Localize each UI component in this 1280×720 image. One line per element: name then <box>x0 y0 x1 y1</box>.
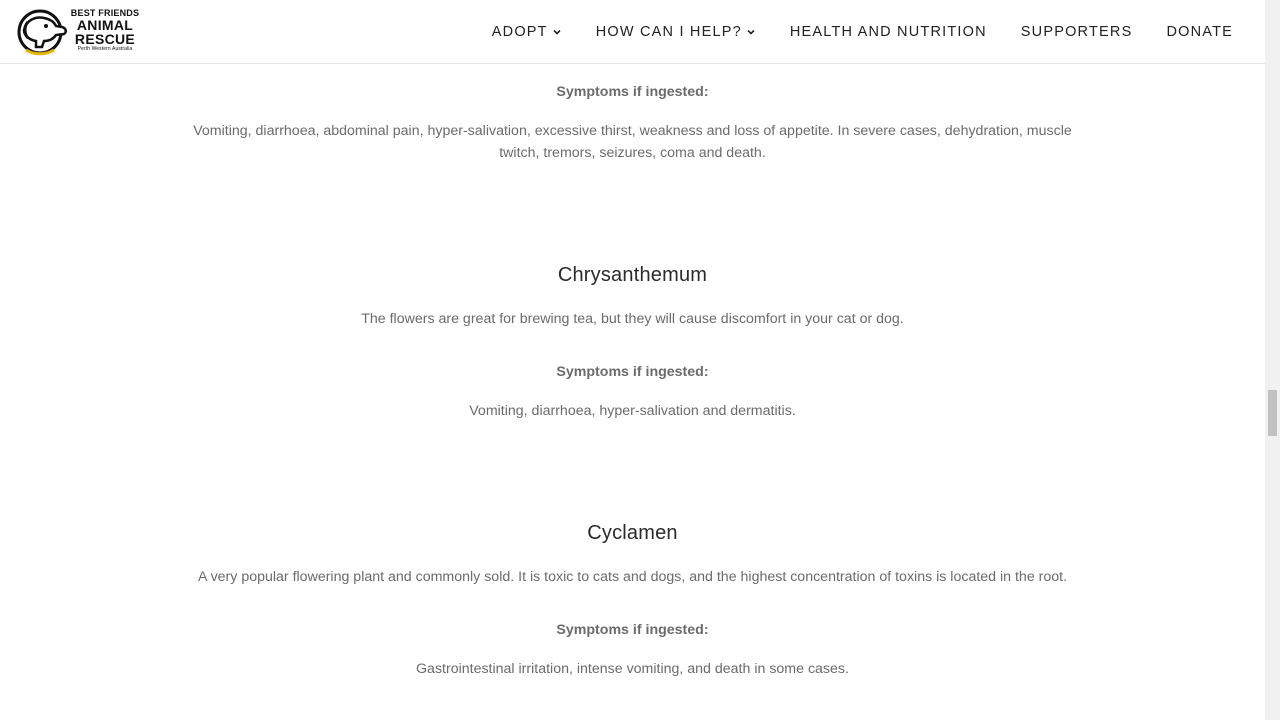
nav-item-supporters[interactable]: SUPPORTERS <box>1021 24 1133 40</box>
nav-item-label: ADOPT <box>491 23 548 40</box>
symptoms-label: Symptoms if ingested: <box>556 84 709 100</box>
site-header: BEST FRIENDS ANIMAL RESCUE Perth Western… <box>0 0 1265 64</box>
symptoms-label: Symptoms if ingested: <box>556 364 709 380</box>
section-title-cyclamen: Cyclamen <box>587 522 678 544</box>
site-logo[interactable]: BEST FRIENDS ANIMAL RESCUE Perth Western… <box>16 8 146 56</box>
logo-text: BEST FRIENDS ANIMAL RESCUE Perth Western… <box>64 8 146 53</box>
scrollbar-thumb[interactable] <box>1268 390 1277 436</box>
description-text: The flowers are great for brewing tea, b… <box>361 311 904 327</box>
nav-item-health-and-nutrition[interactable]: HEALTH AND NUTRITION <box>790 24 987 40</box>
vertical-scrollbar[interactable] <box>1265 0 1280 720</box>
page: BEST FRIENDS ANIMAL RESCUE Perth Western… <box>0 0 1280 720</box>
symptoms-text: Gastrointestinal irritation, intense vom… <box>416 661 849 677</box>
logo-line-2: ANIMAL <box>76 17 134 33</box>
nav-item-how-can-i-help[interactable]: HOW CAN I HELP? <box>596 24 756 40</box>
chevron-down-icon <box>747 29 755 35</box>
main-nav: ADOPT HOW CAN I HELP? HEALTH AND NUTRITI… <box>458 0 1233 63</box>
logo-line-4: Perth Western Australia <box>77 46 133 52</box>
nav-item-label: HOW CAN I HELP? <box>595 23 742 40</box>
symptoms-text: Vomiting, diarrhoea, hyper-salivation an… <box>469 403 796 419</box>
chevron-down-icon <box>553 29 561 35</box>
symptoms-text: Vomiting, diarrhoea, abdominal pain, hyp… <box>193 123 1072 161</box>
nav-item-label: HEALTH AND NUTRITION <box>789 23 987 40</box>
description-text: A very popular flowering plant and commo… <box>197 569 1068 585</box>
nav-item-adopt[interactable]: ADOPT <box>492 24 562 40</box>
symptoms-label: Symptoms if ingested: <box>556 622 709 638</box>
logo-line-3: RESCUE <box>74 31 136 47</box>
section-title-chrysanthemum: Chrysanthemum <box>557 264 708 286</box>
nav-item-label: DONATE <box>1166 23 1233 40</box>
nav-item-label: SUPPORTERS <box>1020 23 1133 40</box>
nav-item-donate[interactable]: DONATE <box>1166 24 1233 40</box>
